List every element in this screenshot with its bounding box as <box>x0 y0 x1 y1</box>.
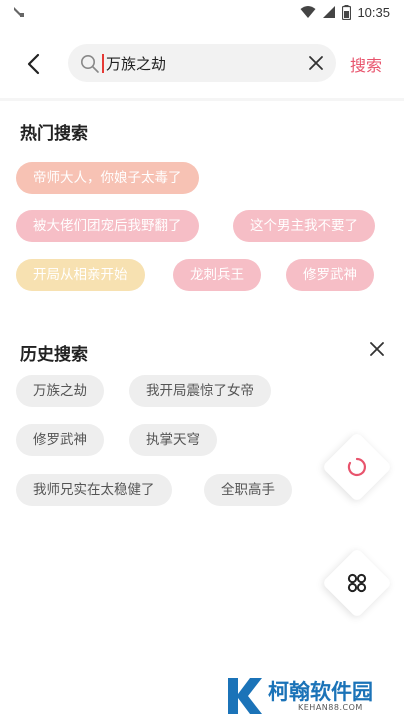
history-chip[interactable]: 全职高手 <box>204 474 292 506</box>
history-title: 历史搜索 <box>20 345 88 365</box>
search-bar: 搜索 <box>0 40 404 86</box>
hot-search-chip[interactable]: 修罗武神 <box>286 259 374 291</box>
hot-search-title: 热门搜索 <box>20 124 88 144</box>
status-bar: 10:35 <box>0 0 404 26</box>
hot-search-chip[interactable]: 帝师大人，你娘子太毒了 <box>16 162 199 194</box>
battery-icon <box>342 4 352 20</box>
history-chip[interactable]: 执掌天穹 <box>129 424 217 456</box>
history-chip[interactable]: 我师兄实在太稳健了 <box>16 474 172 506</box>
clear-history-icon[interactable] <box>368 340 386 358</box>
grid-menu-icon <box>347 573 367 593</box>
wifi-icon <box>300 6 316 18</box>
text-cursor <box>102 54 104 73</box>
back-arrow-icon[interactable] <box>20 50 48 78</box>
hot-search-chip[interactable]: 被大佬们团宠后我野翻了 <box>16 210 199 242</box>
history-chip[interactable]: 万族之劫 <box>16 375 104 407</box>
loading-spinner-icon <box>347 457 366 477</box>
watermark: 柯翰软件园 KEHAN88.COM <box>222 672 404 720</box>
search-icon <box>81 55 99 73</box>
signal-icon <box>323 6 336 18</box>
hot-search-chip[interactable]: 这个男主我不要了 <box>233 210 375 242</box>
history-chip[interactable]: 我开局震惊了女帝 <box>129 375 271 407</box>
search-button[interactable]: 搜索 <box>350 52 382 76</box>
history-chip[interactable]: 修罗武神 <box>16 424 104 456</box>
watermark-logo <box>228 678 262 714</box>
hot-search-chip[interactable]: 龙刺兵王 <box>173 259 261 291</box>
loading-float-button[interactable] <box>321 431 393 503</box>
divider <box>0 98 404 101</box>
watermark-name: 柯翰软件园 <box>268 680 373 704</box>
status-time: 10:35 <box>357 4 390 20</box>
search-box[interactable] <box>68 44 336 82</box>
hot-search-chip[interactable]: 开局从相亲开始 <box>16 259 145 291</box>
notification-icon <box>14 7 24 17</box>
clear-input-icon[interactable] <box>308 55 324 71</box>
search-input[interactable] <box>106 50 296 76</box>
watermark-url: KEHAN88.COM <box>298 703 363 712</box>
menu-float-button[interactable] <box>321 547 393 619</box>
